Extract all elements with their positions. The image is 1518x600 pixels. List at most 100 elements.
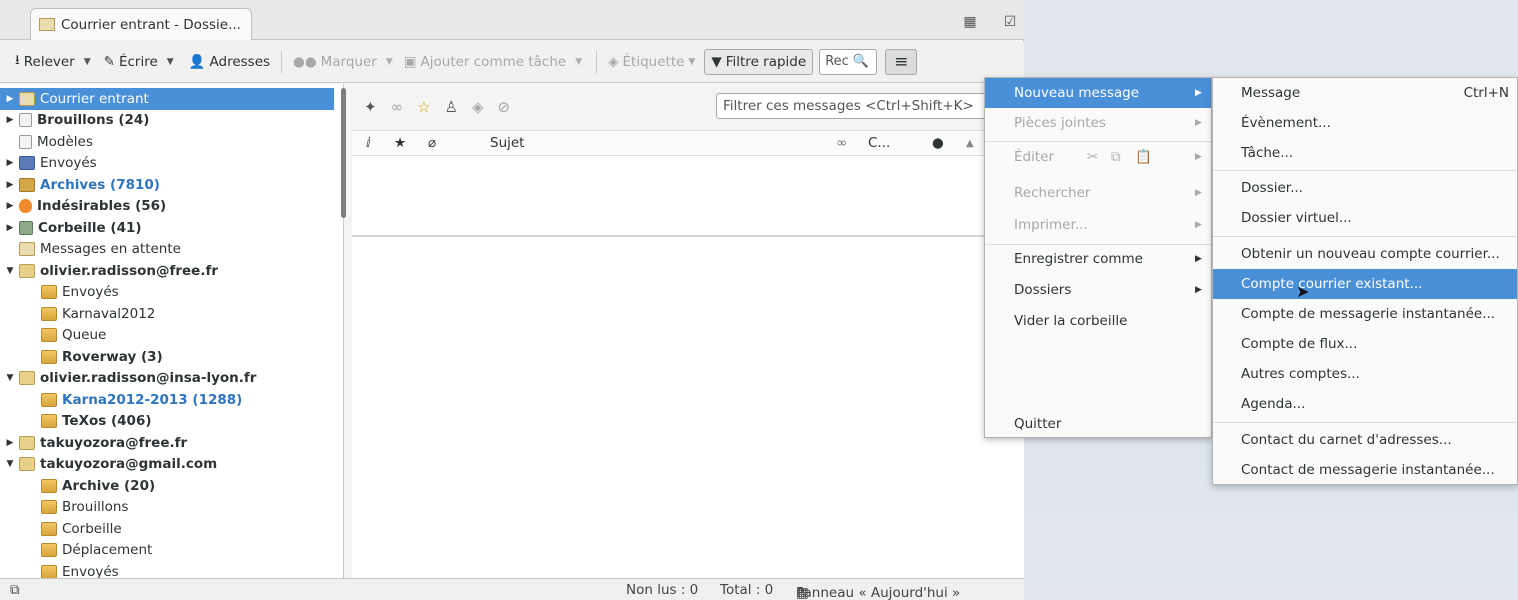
- expanded-twisty-icon[interactable]: ▼: [4, 266, 16, 276]
- write-button[interactable]: ✎ Écrire: [101, 48, 161, 76]
- subject-column[interactable]: Sujet: [490, 135, 524, 151]
- expanded-twisty-icon[interactable]: ▼: [4, 373, 16, 383]
- app-menu-item[interactable]: Dossiers ▶: [985, 275, 1211, 305]
- submenu-item[interactable]: Autres comptes...: [1213, 359, 1517, 389]
- folder-item[interactable]: ▶ Courrier entrant: [0, 88, 334, 110]
- collapsed-twisty-icon[interactable]: ▶: [4, 201, 16, 211]
- menu-item-label: Dossier...: [1241, 180, 1303, 196]
- app-menu-item[interactable]: Nouveau message ▶: [985, 78, 1211, 108]
- folder-item[interactable]: Envoyés: [0, 561, 343, 578]
- contact-icon[interactable]: ♙: [445, 98, 458, 116]
- submenu-item[interactable]: Évènement...: [1213, 108, 1517, 138]
- collapsed-twisty-icon[interactable]: ▶: [4, 438, 16, 448]
- tab-inbox[interactable]: Courrier entrant - Dossie...: [30, 8, 252, 40]
- folder-item[interactable]: ▼ olivier.radisson@free.fr: [0, 260, 343, 282]
- write-dropdown[interactable]: ▼: [161, 57, 180, 67]
- attachment-filter-icon[interactable]: ⊘: [498, 98, 511, 116]
- app-menu-item[interactable]: Vider la corbeille: [985, 306, 1211, 336]
- account-icon: [19, 371, 35, 386]
- attachment-column-icon[interactable]: ⌀: [428, 135, 436, 151]
- folder-icon: [41, 392, 57, 407]
- app-menu-button[interactable]: ≡: [885, 48, 918, 75]
- add-task-dropdown[interactable]: ▼: [569, 57, 588, 67]
- folder-item[interactable]: ▶ Envoyés: [0, 153, 343, 175]
- folder-item-label: Karnaval2012: [62, 305, 156, 322]
- submenu-item[interactable]: Dossier...: [1213, 173, 1517, 203]
- app-menu-item[interactable]: Éditer ✂ ⧉ 📋 ▶: [985, 142, 1211, 172]
- folder-item[interactable]: Déplacement: [0, 540, 343, 562]
- folder-item[interactable]: Corbeille: [0, 518, 343, 540]
- folder-item[interactable]: Archive (20): [0, 475, 343, 497]
- quick-filter-button[interactable]: ▼ Filtre rapide: [704, 48, 814, 75]
- collapsed-twisty-icon[interactable]: ▶: [4, 223, 16, 233]
- pin-icon[interactable]: ✦: [364, 98, 377, 116]
- get-messages-button[interactable]: ⭳ Relever: [12, 48, 78, 76]
- folder-item[interactable]: ▶ Archives (7810): [0, 174, 343, 196]
- folder-item[interactable]: ▼ takuyozora@gmail.com: [0, 454, 343, 476]
- app-menu-item[interactable]: Pièces jointes ▶: [985, 108, 1211, 138]
- app-menu-item[interactable]: Imprimer... ▶: [985, 210, 1211, 240]
- folder-item[interactable]: Brouillons: [0, 497, 343, 519]
- menu-separator: [1213, 236, 1517, 237]
- submenu-item[interactable]: Obtenir un nouveau compte courrier...: [1213, 239, 1517, 269]
- filter-messages-input[interactable]: Filtrer ces messages <Ctrl+Shift+K>: [716, 93, 986, 119]
- folder-item[interactable]: TeXos (406): [0, 411, 343, 433]
- folder-item[interactable]: Karna2012-2013 (1288): [0, 389, 343, 411]
- submenu-item[interactable]: Compte courrier existant...: [1213, 269, 1517, 299]
- expanded-twisty-icon[interactable]: ▼: [4, 459, 16, 469]
- star-icon[interactable]: ☆: [417, 98, 430, 116]
- app-menu-item[interactable]: Enregistrer comme ▶: [985, 244, 1211, 274]
- address-book-button[interactable]: 👤 Adresses: [186, 48, 273, 76]
- app-menu-item[interactable]: Quitter: [985, 409, 1211, 439]
- folder-item[interactable]: ▶ Corbeille (41): [0, 217, 343, 239]
- folder-item[interactable]: Roverway (3): [0, 346, 343, 368]
- submenu-item[interactable]: Compte de flux...: [1213, 329, 1517, 359]
- submenu-item[interactable]: Dossier virtuel...: [1213, 203, 1517, 233]
- chevron-right-icon: ▶: [1195, 254, 1202, 264]
- folder-item[interactable]: ▼ olivier.radisson@insa-lyon.fr: [0, 368, 343, 390]
- unread-filter-icon[interactable]: ∞: [391, 98, 404, 116]
- folder-item[interactable]: ▶ takuyozora@free.fr: [0, 432, 343, 454]
- search-input[interactable]: Rec 🔍: [819, 48, 878, 75]
- trash-icon: [19, 220, 33, 235]
- folder-item[interactable]: ▶ Indésirables (56): [0, 196, 343, 218]
- submenu-item[interactable]: Contact de messagerie instantanée...: [1213, 455, 1517, 485]
- pane-splitter[interactable]: [352, 235, 1024, 237]
- submenu-item[interactable]: Contact du carnet d'adresses...: [1213, 425, 1517, 455]
- folder-icon: [41, 328, 57, 343]
- tag-filter-icon[interactable]: ◈: [472, 98, 484, 116]
- mark-button[interactable]: ●● Marquer: [290, 48, 380, 76]
- folder-item[interactable]: Modèles: [0, 131, 343, 153]
- folder-item[interactable]: Queue: [0, 325, 343, 347]
- folder-pane-scrollbar[interactable]: [341, 88, 346, 218]
- account-icon: [19, 457, 35, 472]
- folder-item[interactable]: Karnaval2012: [0, 303, 343, 325]
- star-column-icon[interactable]: ★: [394, 135, 406, 151]
- app-menu-item[interactable]: Rechercher ▶: [985, 178, 1211, 208]
- collapsed-twisty-icon[interactable]: ▶: [4, 180, 16, 190]
- calendar-icon[interactable]: ▦: [962, 14, 978, 30]
- get-messages-dropdown[interactable]: ▼: [78, 57, 97, 67]
- collapsed-twisty-icon[interactable]: ▶: [4, 94, 16, 104]
- folder-item[interactable]: Envoyés: [0, 282, 343, 304]
- read-column-icon[interactable]: ∞: [836, 135, 847, 151]
- collapsed-twisty-icon[interactable]: ▶: [4, 158, 16, 168]
- thread-column-icon[interactable]: ⅈ: [366, 135, 371, 151]
- folder-item[interactable]: Messages en attente: [0, 239, 343, 261]
- submenu-item[interactable]: Tâche...: [1213, 138, 1517, 168]
- submenu-item[interactable]: Message Ctrl+N: [1213, 78, 1517, 108]
- connection-icon[interactable]: ⧉: [10, 582, 20, 598]
- tasks-icon[interactable]: ☑: [1002, 14, 1018, 30]
- submenu-item[interactable]: Agenda...: [1213, 389, 1517, 419]
- folder-item[interactable]: ▶ Brouillons (24): [0, 110, 343, 132]
- add-task-button[interactable]: ▣ Ajouter comme tâche: [401, 48, 569, 76]
- menu-item-label: Éditer: [1014, 149, 1054, 165]
- sort-arrow-icon[interactable]: ▲: [966, 138, 974, 149]
- collapsed-twisty-icon[interactable]: ▶: [4, 115, 16, 125]
- correspondent-column[interactable]: C...: [868, 135, 890, 151]
- mark-dropdown[interactable]: ▼: [380, 57, 399, 67]
- submenu-item[interactable]: Compte de messagerie instantanée...: [1213, 299, 1517, 329]
- tag-button[interactable]: ◈ Étiquette ▼: [605, 48, 698, 76]
- menu-item-label: Imprimer...: [1014, 217, 1088, 233]
- junk-column-icon[interactable]: ●: [932, 135, 944, 151]
